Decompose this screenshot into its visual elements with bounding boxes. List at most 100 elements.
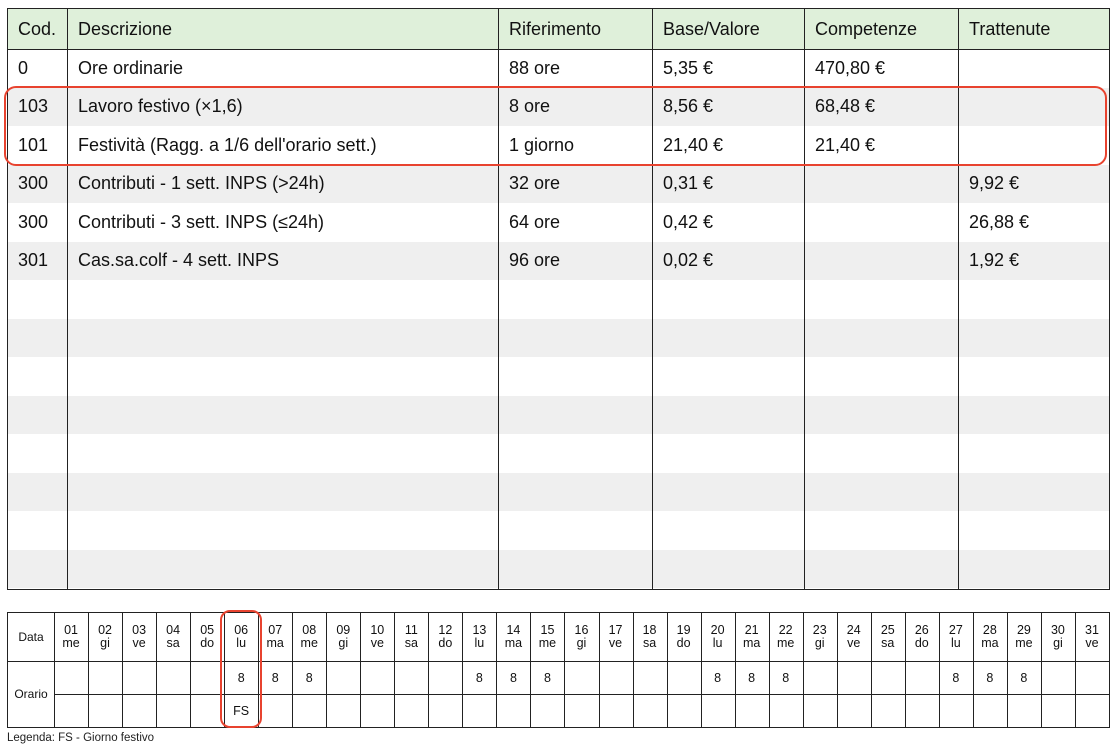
calendar-hours (1041, 661, 1075, 694)
calendar-code (735, 694, 769, 727)
calendar-code (1007, 694, 1041, 727)
calendar-code (1041, 694, 1075, 727)
calendar-hours (88, 661, 122, 694)
cell-base-valore: 0,42 € (663, 211, 714, 232)
calendar-code (428, 694, 462, 727)
calendar-code (530, 694, 564, 727)
calendar-day-weekday: lu (712, 636, 723, 650)
calendar-hours (564, 661, 598, 694)
calendar-day-weekday: gi (100, 636, 110, 650)
calendar-hours (360, 661, 394, 694)
cell-riferimento: 1 giorno (509, 134, 575, 155)
cell-cod: 0 (18, 57, 29, 78)
calendar-day: 05 do (190, 613, 224, 661)
calendar-day-weekday: ve (1085, 636, 1099, 650)
calendar-code (326, 694, 360, 727)
calendar-day: 01 me (54, 613, 88, 661)
calendar-code (564, 694, 598, 727)
cell-competenze (805, 203, 959, 242)
calendar-day-weekday: lu (474, 636, 485, 650)
column-divider (958, 9, 959, 589)
header-trattenute: Trattenute (969, 18, 1051, 39)
calendar-code (1075, 694, 1109, 727)
calendar-day-weekday: ma (981, 636, 999, 650)
calendar-hours: 8 (1020, 670, 1028, 685)
header-base-valore: Base/Valore (663, 18, 760, 39)
cell-competenze: 21,40 € (815, 134, 876, 155)
header-riferimento: Riferimento (509, 18, 602, 39)
calendar-code (973, 694, 1007, 727)
table-header: Cod. Descrizione Riferimento Base/Valore… (8, 9, 1109, 50)
calendar-code (394, 694, 428, 727)
column-divider (804, 9, 805, 589)
calendar-day: 21 ma (735, 613, 769, 661)
cell-base-valore: 8,56 € (663, 96, 714, 117)
column-divider (652, 9, 653, 589)
calendar-hours: 8 (782, 670, 790, 685)
calendar-hours (599, 661, 633, 694)
calendar-code (939, 694, 973, 727)
cell-descrizione: Cas.sa.colf - 4 sett. INPS (78, 250, 280, 271)
calendar-day: 17 ve (599, 613, 633, 661)
cell-descrizione: Festività (Ragg. a 1/6 dell'orario sett.… (78, 134, 377, 155)
calendar-code (156, 694, 190, 727)
calendar-day: 22 me (769, 613, 803, 661)
payslip-table: Cod. Descrizione Riferimento Base/Valore… (7, 8, 1110, 590)
calendar-day: 04 sa (156, 613, 190, 661)
cell-competenze: 470,80 € (815, 57, 886, 78)
calendar-day-weekday: ve (132, 636, 146, 650)
calendar-hours (803, 661, 837, 694)
calendar-day: 16 gi (564, 613, 598, 661)
header-cod: Cod. (18, 18, 57, 39)
calendar-hours (1075, 661, 1109, 694)
cell-cod: 300 (18, 211, 49, 232)
cell-descrizione: Lavoro festivo (×1,6) (78, 96, 243, 117)
cell-competenze (805, 165, 959, 204)
table-row: 103 Lavoro festivo (×1,6) 8 ore 8,56 € 68,48… (8, 87, 1109, 126)
calendar-hours (394, 661, 428, 694)
calendar-day: 13 lu (462, 613, 496, 661)
calendar-day-weekday: ma (504, 636, 523, 650)
table-row (8, 511, 1109, 550)
calendar-day-weekday: gi (1053, 636, 1063, 650)
calendar-day-weekday: ma (742, 636, 761, 650)
table-row (8, 318, 1109, 357)
table-row: 301 Cas.sa.colf - 4 sett. INPS 96 ore 0,02 … (8, 241, 1109, 280)
calendar-day: 08 me (292, 613, 326, 661)
table-row (8, 434, 1109, 473)
calendar-hours (871, 661, 905, 694)
calendar-code (803, 694, 837, 727)
cell-riferimento: 32 ore (509, 173, 561, 194)
calendar-hours (837, 661, 871, 694)
calendar-day-weekday: sa (404, 636, 418, 650)
cell-cod: 101 (18, 134, 49, 155)
calendar-code (667, 694, 701, 727)
column-divider (67, 9, 68, 589)
calendar-day: 27 lu (939, 613, 973, 661)
calendar-day-weekday: do (200, 636, 215, 650)
table-row (8, 280, 1109, 319)
calendar-grid: Data Orario 01 me 02 gi 03 ve 04 sa 05 do 06 lu 8 FS 0… (7, 610, 1110, 728)
calendar-day: 24 ve (837, 613, 871, 661)
cell-trattenute: 1,92 € (969, 250, 1020, 271)
cell-riferimento: 88 ore (509, 57, 561, 78)
calendar-hours (54, 661, 88, 694)
cell-riferimento: 96 ore (509, 250, 561, 271)
calendar-day-weekday: lu (950, 636, 961, 650)
calendar-hours (633, 661, 667, 694)
table-row (8, 549, 1109, 588)
calendar-hours (122, 661, 156, 694)
calendar-code (871, 694, 905, 727)
cell-base-valore: 0,31 € (663, 173, 714, 194)
calendar-hours (905, 661, 939, 694)
cell-competenze: 68,48 € (815, 96, 876, 117)
calendar-day-weekday: me (777, 636, 795, 650)
calendar-code (599, 694, 633, 727)
calendar-day-weekday: sa (881, 636, 895, 650)
table-row: 300 Contributi - 1 sett. INPS (>24h) 32 or… (8, 164, 1109, 204)
calendar-day: 28 ma (973, 613, 1007, 661)
calendar-hours: 8 (305, 670, 313, 685)
calendar-day-weekday: ve (847, 636, 861, 650)
calendar-day: 20 lu (701, 613, 735, 661)
calendar-hours: 8 (986, 670, 994, 685)
